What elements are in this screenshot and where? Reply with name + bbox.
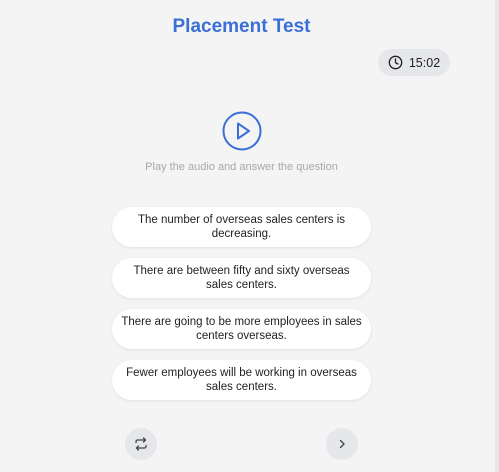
window-edge (495, 0, 499, 472)
clock-icon (388, 55, 403, 70)
repeat-icon (135, 437, 147, 451)
next-button[interactable] (326, 428, 358, 460)
timer-badge: 15:02 (378, 49, 450, 76)
placement-test-screen: Placement Test 15:02 Play the audio and … (0, 0, 499, 472)
answer-option-label: The number of overseas sales centers is … (137, 214, 346, 240)
answer-option[interactable]: There are going to be more employees in … (112, 309, 371, 349)
chevron-right-icon (339, 439, 345, 449)
answer-option-label: Fewer employees will be working in overs… (126, 367, 357, 393)
page-title: Placement Test (172, 16, 311, 37)
answer-options: The number of overseas sales centers is … (112, 207, 371, 411)
answer-option[interactable]: Fewer employees will be working in overs… (112, 360, 371, 400)
answer-option[interactable]: The number of overseas sales centers is … (112, 207, 371, 247)
timer-value: 15:02 (408, 55, 441, 70)
instruction-text: Play the audio and answer the question (145, 161, 338, 173)
play-icon (222, 111, 262, 151)
repeat-button[interactable] (125, 428, 157, 460)
answer-option[interactable]: There are between fifty and sixty overse… (112, 258, 371, 298)
play-audio-button[interactable] (222, 111, 262, 151)
answer-option-label: There are going to be more employees in … (121, 316, 362, 342)
answer-option-label: There are between fifty and sixty overse… (133, 265, 350, 291)
